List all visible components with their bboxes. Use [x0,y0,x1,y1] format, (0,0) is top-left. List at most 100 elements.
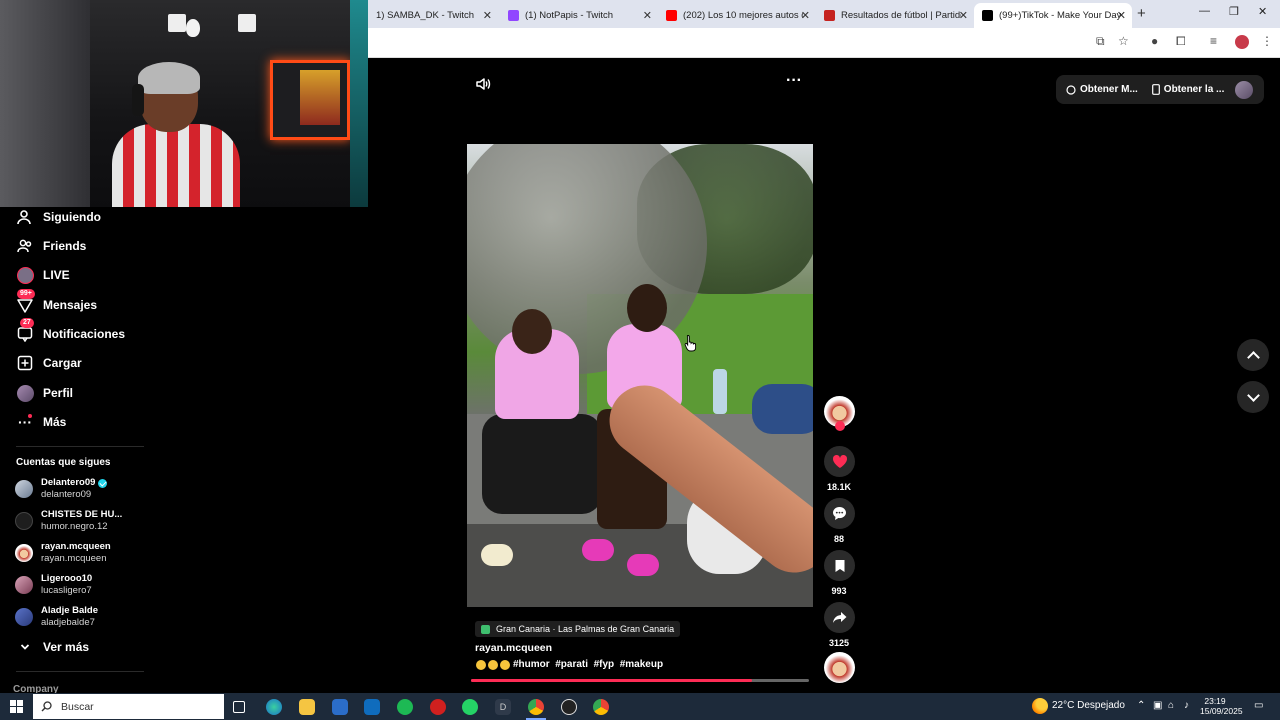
following-item[interactable]: Delantero09 delantero09 [15,475,108,503]
taskbar-search[interactable]: Buscar [33,694,224,719]
video-options-icon[interactable]: ··· [786,72,802,90]
tab-title: (202) Los 10 mejores autos de [683,10,803,21]
sidebar-item-mensajes[interactable]: 99+ Mensajes [16,289,97,315]
tab-notpapis-twitch[interactable]: (1) NotPapis - Twitch ✕ [500,3,658,28]
sidebar-item-perfil[interactable]: Perfil [16,383,73,403]
install-app-icon[interactable]: ⧉ [1096,34,1105,49]
extension-dot-icon[interactable]: ● [1151,34,1158,48]
notification-center-icon[interactable]: ▭ [1254,700,1263,711]
store-icon[interactable] [332,699,348,715]
share-button[interactable] [824,602,855,633]
tab-tiktok[interactable]: (99+)TikTok - Make Your Day ✕ [974,3,1132,28]
weather-sun-icon [1032,698,1048,714]
following-username: lucasligero7 [41,585,92,596]
new-tab-button[interactable]: + [1137,5,1146,22]
video-scene-bag [752,384,813,434]
video-progress-bar[interactable] [471,679,809,682]
person-icon [16,208,34,226]
user-avatar[interactable] [1235,81,1253,99]
minimize-icon[interactable]: — [1199,5,1210,17]
whatsapp-icon[interactable] [462,699,478,715]
previous-video-button[interactable] [1237,339,1269,371]
tray-expand-icon[interactable]: ⌃ [1137,700,1145,711]
close-window-icon[interactable]: ✕ [1258,5,1267,18]
file-explorer-icon[interactable] [299,699,315,715]
video-scene-shoe [582,539,614,561]
following-item[interactable]: CHISTES DE HU... humor.negro.12 [15,507,122,535]
see-more-label: Ver más [43,640,90,654]
following-item[interactable]: Aladje Balde aladjebalde7 [15,603,98,631]
chrome-profile-icon[interactable] [593,699,609,715]
tab-youtube[interactable]: (202) Los 10 mejores autos de ✕ [658,3,816,28]
tab-gmail-results[interactable]: Resultados de fútbol | Partidos ✕ [816,3,974,28]
following-name: rayan.mcqueen [41,541,111,552]
volume-icon[interactable] [475,76,491,96]
edge-icon[interactable] [266,699,282,715]
close-tab-icon[interactable]: ✕ [801,9,810,22]
avatar [15,480,33,498]
following-item[interactable]: Ligerooo10 lucasligero7 [15,571,92,599]
chrome-icon[interactable] [528,699,544,715]
sidebar-item-label: LIVE [43,268,70,282]
sidebar-item-friends[interactable]: Friends [16,236,86,256]
sidebar-item-siguiendo[interactable]: Siguiendo [16,207,101,227]
opera-icon[interactable] [430,699,446,715]
maximize-icon[interactable]: ❐ [1229,5,1239,18]
profile-avatar [16,384,34,402]
video-author[interactable]: rayan.mcqueen [475,642,552,654]
video-description: #humor #parati #fyp #makeup [476,659,663,670]
close-tab-icon[interactable]: ✕ [643,9,652,22]
get-app-button-1[interactable]: Obtener M... [1056,84,1138,95]
sidebar-item-cargar[interactable]: Cargar [16,353,82,373]
video-player[interactable] [467,144,813,607]
close-tab-icon[interactable]: ✕ [1117,9,1126,22]
comment-icon [833,507,846,520]
spotify-icon[interactable] [397,699,413,715]
see-more-button[interactable]: Ver más [16,637,89,657]
volume-tray-icon[interactable]: ♪ [1184,700,1189,711]
avatar [15,576,33,594]
menu-kebab-icon[interactable]: ⋮ [1261,34,1273,48]
chevron-down-icon [16,638,34,656]
extensions-icon[interactable]: ⧠ [1176,34,1186,49]
sidebar-item-live[interactable]: LIVE [16,265,70,285]
following-item[interactable]: rayan.mcqueen rayan.mcqueen [15,539,111,567]
comment-button[interactable] [824,498,855,529]
app-d-icon[interactable]: D [495,699,511,715]
like-button[interactable] [824,446,855,477]
steam-icon[interactable] [561,699,577,715]
webcam-wall [0,0,90,207]
avatar [15,608,33,626]
clock[interactable]: 23:19 15/09/2025 [1200,696,1243,716]
hashtags[interactable]: #humor #parati #fyp #makeup [513,659,663,670]
get-app-label-1: Obtener M... [1080,84,1138,95]
follow-plus-icon[interactable] [835,421,845,431]
sound-disc-avatar[interactable] [824,652,855,683]
next-video-button[interactable] [1237,381,1269,413]
windows-start-icon[interactable] [10,700,23,713]
get-app-button-2[interactable]: Obtener la ... [1138,84,1224,95]
media-control-icon[interactable]: ≡ [1210,34,1217,48]
sidebar-item-notificaciones[interactable]: 27 Notificaciones [16,318,125,344]
tab-samba-twitch[interactable]: 1) SAMBA_DK - Twitch ✕ [368,3,498,28]
webcam-light [238,14,256,32]
close-tab-icon[interactable]: ✕ [959,9,968,22]
task-view-icon[interactable] [233,701,245,713]
outlook-icon[interactable] [364,699,380,715]
weather-text[interactable]: 22°C Despejado [1052,700,1125,711]
like-count: 18.1K [826,482,852,492]
bookmark-star-icon[interactable]: ☆ [1118,34,1129,48]
following-name: CHISTES DE HU... [41,509,123,520]
location-tag[interactable]: Gran Canaria · Las Palmas de Gran Canari… [475,621,681,637]
network-icon[interactable]: ⌂ [1168,700,1174,711]
tray-app-icon[interactable]: ▣ [1153,700,1162,711]
close-tab-icon[interactable]: ✕ [483,9,492,22]
friends-icon [16,237,34,255]
tab-title: (1) NotPapis - Twitch [525,10,613,21]
sidebar-item-mas[interactable]: ··· Más [16,412,66,432]
save-button[interactable] [824,550,855,581]
phone-icon [1151,84,1160,95]
clock-time: 23:19 [1204,696,1226,706]
search-placeholder: Buscar [61,700,94,713]
profile-avatar[interactable] [1235,35,1249,49]
